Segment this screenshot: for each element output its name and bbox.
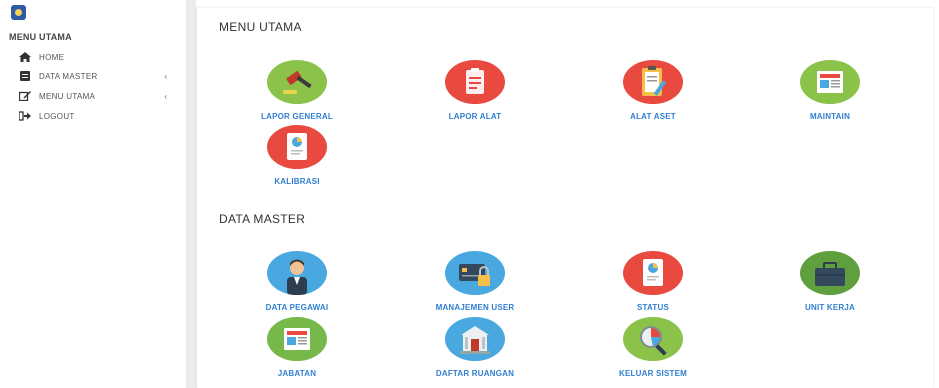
sidebar-item-menu-utama[interactable]: MENU UTAMA ‹ — [17, 88, 175, 104]
building-icon — [445, 317, 505, 361]
tile-daftar-ruangan[interactable]: DAFTAR RUANGAN — [400, 317, 550, 378]
sidebar-heading: MENU UTAMA — [9, 32, 72, 42]
main-panel: MENU UTAMA LAPOR GENERAL LAPOR ALAT ALAT… — [196, 8, 933, 388]
tile-label: DATA PEGAWAI — [265, 303, 329, 312]
tile-jabatan[interactable]: JABATAN — [222, 317, 372, 378]
tile-unit-kerja[interactable]: UNIT KERJA — [755, 251, 905, 312]
tile-label: DAFTAR RUANGAN — [435, 369, 515, 378]
newspaper-icon — [800, 60, 860, 104]
report-chart-icon — [623, 251, 683, 295]
tile-maintain[interactable]: MAINTAIN — [755, 60, 905, 121]
tile-status[interactable]: STATUS — [578, 251, 728, 312]
sidebar-item-label: LOGOUT — [39, 111, 75, 121]
sidebar-item-label: HOME — [39, 52, 65, 62]
tile-label: MAINTAIN — [809, 112, 851, 121]
logout-icon — [17, 111, 33, 121]
tile-label: STATUS — [636, 303, 669, 312]
tile-lapor-alat[interactable]: LAPOR ALAT — [400, 60, 550, 121]
tile-label: JABATAN — [277, 369, 317, 378]
tile-label: UNIT KERJA — [804, 303, 855, 312]
newspaper-icon — [267, 317, 327, 361]
content-divider — [186, 0, 196, 388]
clipboard-pencil-icon — [623, 60, 683, 104]
tile-kalibrasi[interactable]: KALIBRASI — [222, 125, 372, 186]
sidebar-item-label: MENU UTAMA — [39, 91, 96, 101]
sidebar-item-data-master[interactable]: DATA MASTER ‹ — [17, 68, 175, 84]
edit-icon — [17, 91, 33, 101]
sidebar-item-label: DATA MASTER — [39, 71, 98, 81]
tile-manajemen-user[interactable]: MANAJEMEN USER — [400, 251, 550, 312]
chevron-left-icon: ‹ — [164, 71, 167, 81]
tile-label: ALAT ASET — [630, 112, 676, 121]
tile-data-pegawai[interactable]: DATA PEGAWAI — [222, 251, 372, 312]
employee-icon — [267, 251, 327, 295]
gavel-icon — [267, 60, 327, 104]
tile-alat-aset[interactable]: ALAT ASET — [578, 60, 728, 121]
sidebar-item-home[interactable]: HOME — [17, 49, 175, 65]
tile-label: LAPOR GENERAL — [261, 112, 333, 121]
briefcase-icon — [800, 251, 860, 295]
report-chart-icon — [267, 125, 327, 169]
sidebar: MENU UTAMA HOME DATA MASTER ‹ MENU UTAMA… — [0, 0, 186, 388]
section-title-menu-utama: MENU UTAMA — [219, 20, 302, 34]
tile-label: KELUAR SISTEM — [619, 369, 687, 378]
pie-magnifier-icon — [623, 317, 683, 361]
tile-label: LAPOR ALAT — [448, 112, 502, 121]
tile-label: MANAJEMEN USER — [435, 303, 515, 312]
chevron-left-icon: ‹ — [164, 91, 167, 101]
section-title-data-master: DATA MASTER — [219, 212, 306, 226]
tile-label: KALIBRASI — [274, 177, 320, 186]
home-icon — [17, 52, 33, 62]
tile-lapor-general[interactable]: LAPOR GENERAL — [222, 60, 372, 121]
card-lock-icon — [445, 251, 505, 295]
tile-keluar-sistem[interactable]: KELUAR SISTEM — [578, 317, 728, 378]
sidebar-item-logout[interactable]: LOGOUT — [17, 108, 175, 124]
clipboard-icon — [445, 60, 505, 104]
app-logo — [11, 5, 26, 20]
database-icon — [17, 71, 33, 81]
